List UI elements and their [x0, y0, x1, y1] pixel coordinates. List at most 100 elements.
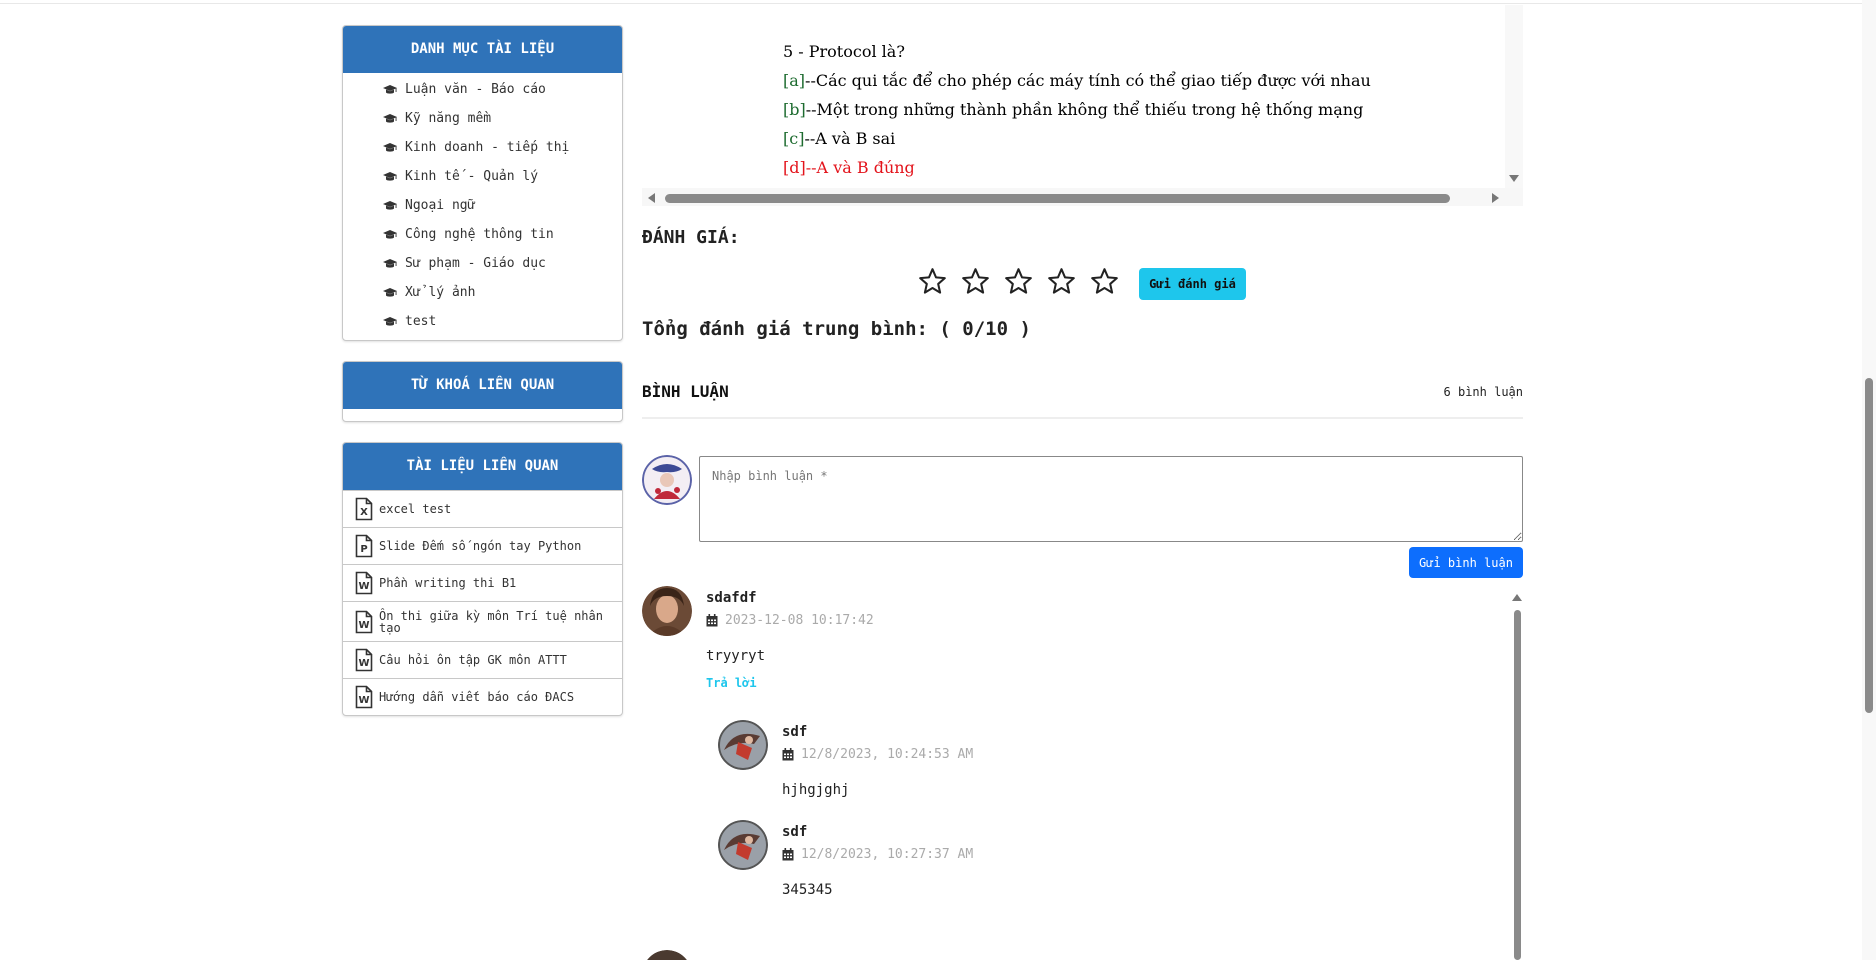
option-text: --Các qui tắc để cho phép các máy tính c… [805, 71, 1371, 90]
avatar [718, 720, 768, 770]
related-doc-item[interactable]: W Phần writing thi B1 [343, 564, 622, 601]
graduation-cap-icon [383, 142, 397, 152]
star-4-icon[interactable] [1047, 267, 1076, 296]
category-item[interactable]: Ngoại ngữ [343, 191, 622, 220]
reply-link[interactable]: Trả lời [706, 676, 757, 690]
quiz-option-d-correct: [d]--A và B đúng [783, 153, 1371, 182]
comment-body: hjhgjghj [782, 782, 850, 798]
related-doc-item[interactable]: W Ôn thi giữa kỳ môn Trí tuệ nhân tạo [343, 601, 622, 641]
reply-item: sdf 12/8/2023, 10:24:53 AM hjhgjghj [718, 720, 1498, 810]
comment-list-scrollbar[interactable] [1511, 586, 1523, 960]
comment-time: 12/8/2023, 10:27:37 AM [782, 847, 973, 862]
word-file-icon: W [355, 571, 373, 595]
related-doc-item[interactable]: W Hướng dẫn viết báo cáo ĐACS [343, 678, 622, 715]
category-label: Công nghệ thông tin [405, 227, 554, 242]
comment-time: 2023-12-08 10:17:42 [706, 613, 874, 628]
scroll-up-arrow-icon[interactable] [1512, 594, 1522, 601]
related-doc-label: Ôn thi giữa kỳ môn Trí tuệ nhân tạo [379, 608, 603, 635]
svg-text:W: W [358, 695, 369, 706]
related-doc-label: Hướng dẫn viết báo cáo ĐACS [379, 690, 575, 704]
keyword-list [343, 409, 622, 421]
related-doc-item[interactable]: W Câu hỏi ôn tập GK môn ATTT [343, 641, 622, 678]
svg-text:W: W [358, 620, 369, 631]
calendar-icon [782, 748, 794, 761]
rating-title: ĐÁNH GIÁ: [642, 227, 740, 248]
category-item[interactable]: Sư phạm - Giáo dục [343, 249, 622, 278]
rating-stars [918, 267, 1133, 296]
scroll-down-arrow-icon[interactable] [1509, 175, 1519, 182]
send-comment-button[interactable]: Gửi bình luận [1409, 547, 1523, 578]
comment-scroll-thumb[interactable] [1514, 610, 1521, 960]
category-label: Kinh doanh - tiếp thị [405, 140, 570, 155]
scroll-left-arrow-icon[interactable] [648, 193, 655, 203]
comment-author: sdafdf [706, 590, 757, 606]
star-5-icon[interactable] [1090, 267, 1119, 296]
category-panel-title: DANH MỤC TÀI LIỆU [343, 26, 622, 73]
quiz-option-a: [a]--Các qui tắc để cho phép các máy tín… [783, 66, 1371, 95]
comment-time-text: 12/8/2023, 10:27:37 AM [801, 847, 974, 862]
powerpoint-file-icon: P [355, 534, 373, 558]
related-doc-item[interactable]: P Slide Đếm số ngón tay Python [343, 527, 622, 564]
category-label: test [405, 314, 437, 329]
page-scroll-thumb[interactable] [1865, 378, 1873, 713]
category-item[interactable]: test [343, 307, 622, 336]
graduation-cap-icon [383, 200, 397, 210]
comment-input[interactable] [699, 456, 1523, 542]
horizontal-scroll-thumb[interactable] [665, 194, 1450, 203]
graduation-cap-icon [383, 316, 397, 326]
category-label: Sư phạm - Giáo dục [405, 256, 546, 271]
category-item[interactable]: Luận văn - Báo cáo [343, 75, 622, 104]
option-key: [d] [783, 158, 806, 177]
average-rating-value: 0/10 [962, 318, 1009, 340]
average-rating-prefix: Tổng đánh giá trung bình: ( [642, 318, 963, 340]
quiz-option-b: [b]--Một trong những thành phần không th… [783, 95, 1371, 124]
comment-body: tryyryt [706, 648, 766, 664]
category-item[interactable]: Kinh doanh - tiếp thị [343, 133, 622, 162]
option-key: [a] [783, 71, 806, 90]
category-label: Luận văn - Báo cáo [405, 82, 546, 97]
preview-vertical-scrollbar[interactable] [1505, 5, 1523, 188]
page: DANH MỤC TÀI LIỆU Luận văn - Báo cáo Kỹ … [0, 0, 1876, 960]
category-label: Xử lý ảnh [405, 285, 476, 300]
comment-author: sdf [782, 824, 808, 840]
avatar [642, 950, 692, 960]
document-preview[interactable]: 5 - Protocol là? [a]--Các qui tắc để cho… [642, 5, 1523, 206]
graduation-cap-icon [383, 113, 397, 123]
calendar-icon [706, 614, 718, 627]
svg-text:W: W [358, 581, 369, 592]
category-list: Luận văn - Báo cáo Kỹ năng mềm Kinh doan… [343, 73, 622, 340]
related-doc-item[interactable]: X excel test [343, 490, 622, 527]
related-doc-label: Câu hỏi ôn tập GK môn ATTT [379, 653, 567, 667]
avatar [718, 820, 768, 870]
star-2-icon[interactable] [961, 267, 990, 296]
graduation-cap-icon [383, 229, 397, 239]
category-item[interactable]: Công nghệ thông tin [343, 220, 622, 249]
sidebar: DANH MỤC TÀI LIỆU Luận văn - Báo cáo Kỹ … [342, 25, 623, 736]
star-3-icon[interactable] [1004, 267, 1033, 296]
category-item[interactable]: Xử lý ảnh [343, 278, 622, 307]
svg-text:X: X [360, 507, 368, 518]
graduation-cap-icon [383, 171, 397, 181]
current-user-avatar [642, 455, 692, 505]
category-label: Ngoại ngữ [405, 198, 476, 213]
page-scrollbar[interactable] [1862, 0, 1876, 960]
submit-rating-button[interactable]: Gửi đánh giá [1139, 268, 1246, 300]
scroll-right-arrow-icon[interactable] [1492, 193, 1499, 203]
svg-text:P: P [360, 544, 367, 555]
option-key: [b] [783, 100, 806, 119]
quiz-question-block: 5 - Protocol là? [a]--Các qui tắc để cho… [783, 37, 1371, 182]
word-file-icon: W [355, 648, 373, 672]
star-1-icon[interactable] [918, 267, 947, 296]
category-panel: DANH MỤC TÀI LIỆU Luận văn - Báo cáo Kỹ … [342, 25, 623, 341]
quiz-question: 5 - Protocol là? [783, 42, 905, 61]
category-label: Kỹ năng mềm [405, 111, 492, 126]
graduation-cap-icon [383, 84, 397, 94]
comment-time-text: 2023-12-08 10:17:42 [725, 613, 874, 628]
reply-item: sdf 12/8/2023, 10:27:37 AM 345345 [718, 820, 1498, 910]
category-item[interactable]: Kỹ năng mềm [343, 104, 622, 133]
category-item[interactable]: Kinh tế - Quản lý [343, 162, 622, 191]
average-rating: Tổng đánh giá trung bình: ( 0/10 ) [642, 318, 1031, 340]
related-doc-label: excel test [379, 502, 452, 516]
preview-horizontal-scrollbar[interactable] [642, 188, 1523, 206]
comment-time: 12/8/2023, 10:24:53 AM [782, 747, 973, 762]
